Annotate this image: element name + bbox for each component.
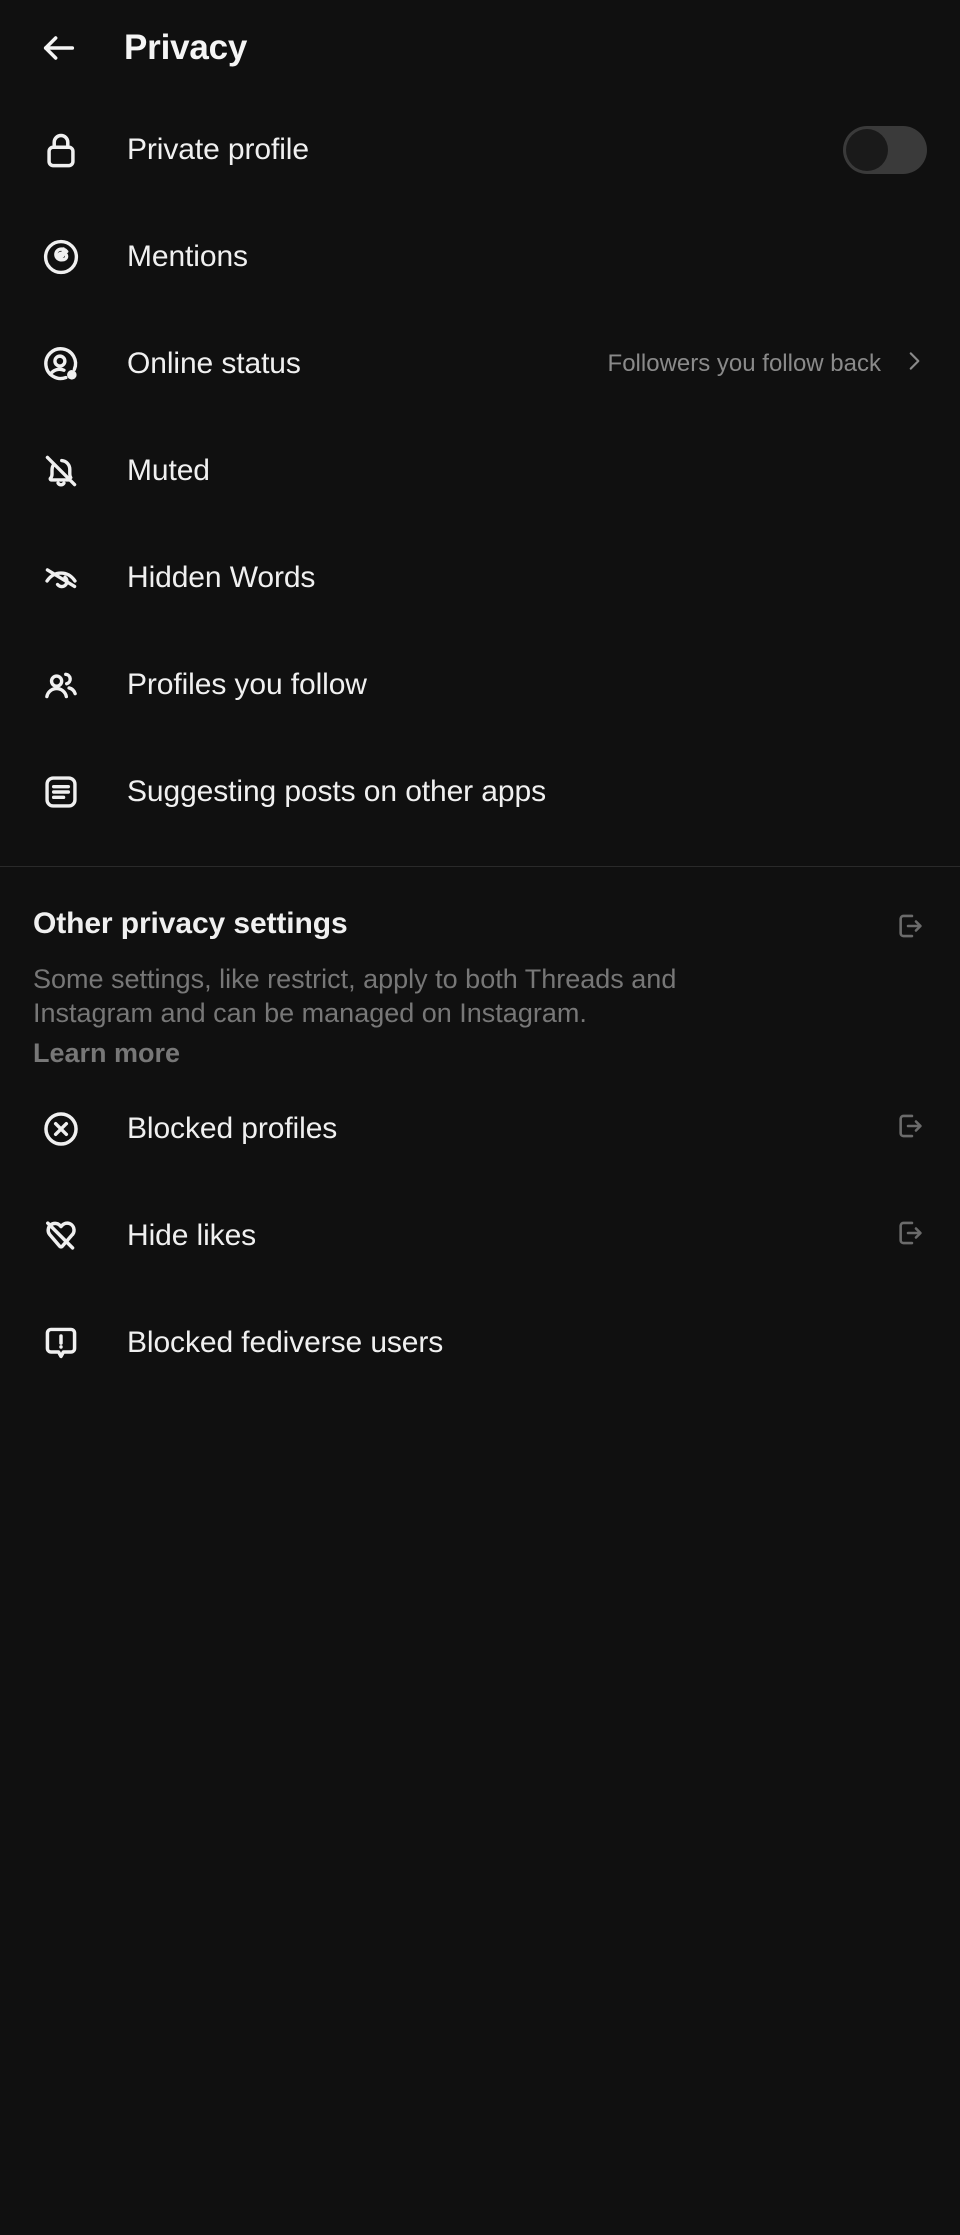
external-link-icon[interactable] — [893, 1109, 927, 1148]
settings-row-label: Hidden Words — [127, 560, 316, 594]
settings-row-control — [843, 125, 927, 174]
settings-row-label: Hide likes — [127, 1218, 257, 1252]
settings-row-hidden-words[interactable]: Hidden Words — [0, 524, 960, 631]
settings-row-label: Profiles you follow — [127, 667, 367, 701]
settings-row-label: Online status — [127, 346, 301, 380]
app-header: Privacy — [0, 0, 960, 96]
settings-row-muted[interactable]: Muted — [0, 417, 960, 524]
settings-row-mentions[interactable]: Mentions — [0, 203, 960, 310]
settings-row-private-profile[interactable]: Private profile — [0, 96, 960, 203]
private-profile-toggle[interactable] — [843, 125, 927, 174]
arrow-left-icon — [39, 28, 79, 68]
other-privacy-description: Some settings, like restrict, apply to b… — [33, 964, 677, 1029]
other-settings-list: Blocked profiles Hide likes Blocked fedi… — [0, 1075, 960, 1396]
bell-slash-icon — [33, 443, 89, 499]
settings-row-control: Followers you follow back — [608, 348, 927, 379]
page-title: Privacy — [124, 28, 248, 67]
settings-row-control — [893, 1216, 927, 1255]
settings-row-blocked-fediverse-users[interactable]: Blocked fediverse users — [0, 1289, 960, 1396]
settings-row-control — [893, 1109, 927, 1148]
back-button[interactable] — [33, 22, 85, 74]
external-link-icon[interactable] — [893, 1216, 927, 1255]
settings-row-label: Blocked profiles — [127, 1111, 338, 1145]
settings-list: Private profile Mentions Online status F… — [0, 96, 960, 845]
settings-row-label: Suggesting posts on other apps — [127, 774, 546, 808]
circle-x-icon — [33, 1101, 89, 1157]
avatar-status-icon — [33, 336, 89, 392]
settings-row-label: Blocked fediverse users — [127, 1325, 444, 1359]
lock-icon — [33, 122, 89, 178]
settings-row-profiles-you-follow[interactable]: Profiles you follow — [0, 631, 960, 738]
settings-row-label: Private profile — [127, 132, 309, 166]
settings-row-label: Muted — [127, 453, 210, 487]
heart-slash-icon — [33, 1208, 89, 1264]
settings-row-suggesting-posts[interactable]: Suggesting posts on other apps — [0, 738, 960, 845]
eye-slash-icon — [33, 550, 89, 606]
learn-more-link[interactable]: Learn more — [33, 1038, 180, 1069]
settings-row-blocked-profiles[interactable]: Blocked profiles — [0, 1075, 960, 1182]
other-privacy-settings-block: Other privacy settings Some settings, li… — [0, 867, 960, 1075]
bubble-exclamation-icon — [33, 1315, 89, 1371]
settings-row-online-status[interactable]: Online status Followers you follow back — [0, 310, 960, 417]
privacy-settings-screen: Privacy Private profile Mentions Online … — [0, 0, 960, 2235]
threads-logo-icon — [33, 229, 89, 285]
feed-list-icon — [33, 764, 89, 820]
chevron-right-icon[interactable] — [901, 348, 927, 379]
settings-row-hide-likes[interactable]: Hide likes — [0, 1182, 960, 1289]
online-status-value: Followers you follow back — [607, 349, 881, 377]
toggle-knob — [846, 128, 888, 171]
settings-row-label: Mentions — [127, 239, 248, 273]
other-privacy-header[interactable]: Other privacy settings — [33, 907, 927, 948]
external-link-icon[interactable] — [893, 909, 927, 948]
people-icon — [33, 657, 89, 713]
other-privacy-title: Other privacy settings — [33, 907, 348, 940]
